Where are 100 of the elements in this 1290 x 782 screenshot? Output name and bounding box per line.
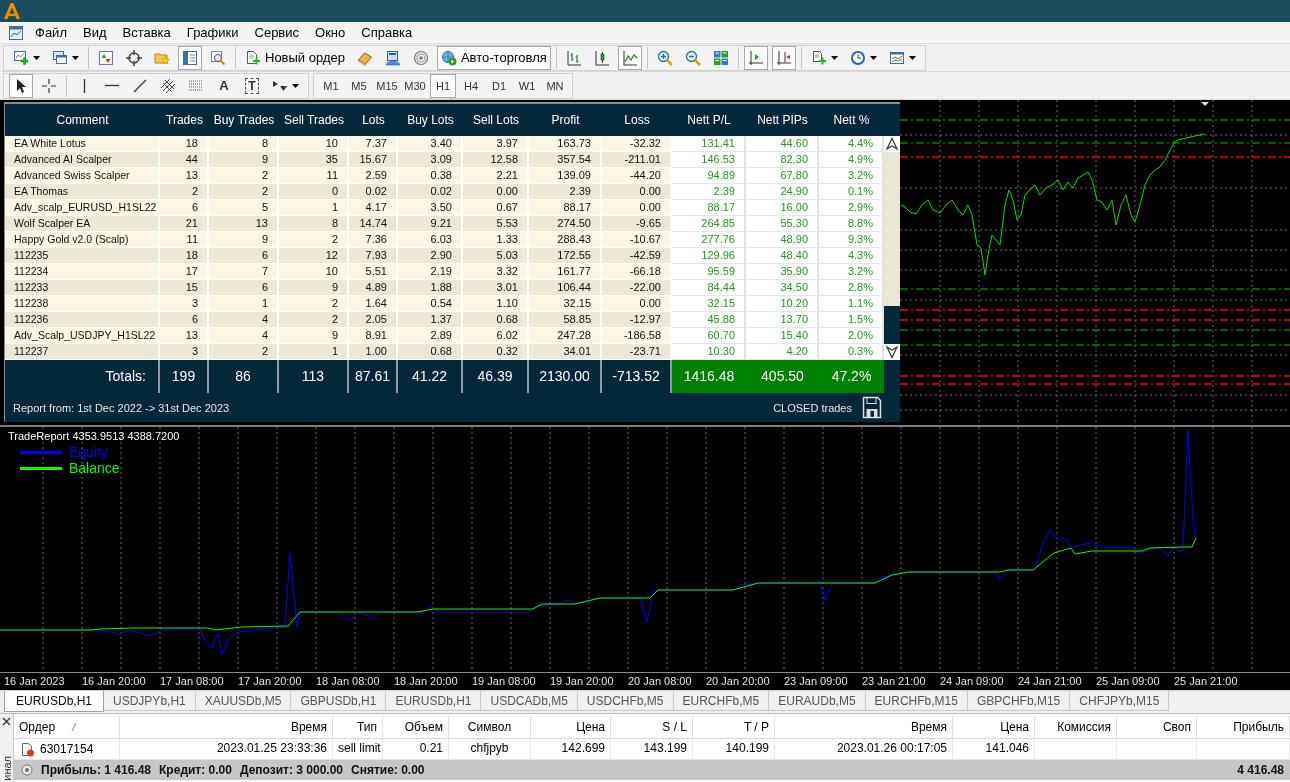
- caret-icon: [869, 55, 877, 60]
- chart-tab[interactable]: USDCHFb,M5: [577, 691, 674, 711]
- target-icon: [126, 49, 142, 66]
- chart-tab[interactable]: CHFJPYb,M15: [1070, 691, 1170, 711]
- menu-item[interactable]: Сервис: [246, 22, 308, 43]
- table-cell: Advanced AI Scalper: [5, 152, 160, 168]
- candlestick-icon: [593, 49, 610, 66]
- total-cell: 86: [209, 360, 279, 393]
- table-cell: 32.15: [672, 296, 746, 312]
- caret-icon: [33, 55, 40, 60]
- table-cell: 357.54: [529, 152, 602, 168]
- menu-item[interactable]: Вид: [74, 22, 115, 43]
- table-cell: 1.1%: [819, 296, 884, 312]
- table-cell: 88.17: [529, 200, 602, 216]
- book-icon: [356, 49, 373, 66]
- arrow-down-icon[interactable]: [884, 344, 900, 360]
- table-cell: 5.53: [463, 216, 529, 232]
- table-cell: 9: [279, 280, 349, 296]
- timeframe-button[interactable]: M30: [402, 73, 428, 98]
- arrow-up-icon[interactable]: [884, 136, 900, 152]
- save-icon[interactable]: [862, 396, 882, 419]
- chart-tab[interactable]: GBPUSDb,H1: [291, 691, 387, 711]
- table-cell-text: 63017154: [40, 740, 94, 758]
- chart-tab[interactable]: EURAUDb,M5: [769, 691, 866, 711]
- scrollbar[interactable]: [884, 136, 900, 360]
- table-cell: 84.44: [672, 280, 746, 296]
- table-cell: 2: [279, 296, 349, 312]
- hatched-lines-icon: [160, 77, 176, 94]
- table-cell: 142.699: [531, 739, 611, 759]
- chart-tab[interactable]: USDCADb,M5: [481, 691, 578, 711]
- document-plus-icon: [245, 49, 261, 66]
- column-header: Nett PIPs: [756, 112, 809, 129]
- timeframe-button[interactable]: H4: [458, 73, 484, 98]
- timeframe-button[interactable]: W1: [514, 73, 540, 98]
- chart-tab[interactable]: EURCHFb,M5: [673, 691, 770, 711]
- table-cell: 88.17: [672, 200, 746, 216]
- table-cell: 15.40: [746, 328, 819, 344]
- axis-label: 18 Jan 08:00: [316, 674, 381, 689]
- column-header: Buy Lots: [406, 112, 455, 129]
- toolbar-button[interactable]: Авто-торговля: [436, 45, 551, 70]
- table-cell: -9.65: [602, 216, 672, 232]
- table-cell: 3.40: [398, 136, 463, 152]
- chart-tab[interactable]: USDJPYb,H1: [104, 691, 196, 711]
- table-cell: 274.50: [529, 216, 602, 232]
- caret-icon: [908, 55, 916, 60]
- summary-text: Депозит: 3 000.00: [239, 763, 343, 777]
- table-cell: 0.02: [398, 184, 463, 200]
- timeframe-button[interactable]: M1: [318, 73, 344, 98]
- chart-tab[interactable]: EURCHFb,M15: [865, 691, 968, 711]
- totals-label: Totals:: [5, 360, 160, 393]
- table-cell: EA Thomas: [5, 184, 160, 200]
- menu-item[interactable]: Справка: [353, 22, 421, 43]
- table-cell: 0.1%: [819, 184, 884, 200]
- window-chart-icon[interactable]: [8, 24, 24, 41]
- chart-tab[interactable]: EURUSDb,H1: [4, 691, 105, 712]
- window-arrows-icon: [98, 49, 114, 66]
- scrollbar-thumb[interactable]: [884, 152, 900, 306]
- table-cell: 146.53: [672, 152, 746, 168]
- chart-tab[interactable]: GBPCHFb,M15: [967, 691, 1071, 711]
- toolbar-button[interactable]: Новый ордер: [241, 45, 349, 70]
- axis-label: 25 Jan 09:00: [1096, 674, 1161, 689]
- axis-label: 23 Jan 09:00: [784, 674, 849, 689]
- timeframe-button[interactable]: H1: [430, 73, 456, 98]
- tool-button[interactable]: T: [240, 73, 264, 98]
- table-cell: 6: [160, 312, 209, 328]
- table-cell: 35.90: [746, 264, 819, 280]
- timeframe-button[interactable]: D1: [486, 73, 512, 98]
- table-cell: 58.85: [529, 312, 602, 328]
- chart-window-icon: [888, 49, 905, 66]
- table-cell: -32.32: [602, 136, 672, 152]
- close-icon[interactable]: [2, 717, 11, 726]
- table-cell: 277.76: [672, 232, 746, 248]
- tool-button[interactable]: [9, 73, 33, 98]
- menu-item[interactable]: Окно: [307, 22, 354, 43]
- toolbar-button[interactable]: [617, 45, 642, 70]
- axis-label: 16 Jan 2023: [4, 674, 66, 689]
- timeframe-button[interactable]: MN: [542, 73, 568, 98]
- table-cell: 0.00: [602, 296, 672, 312]
- table-cell: 0.38: [398, 168, 463, 184]
- table-cell: 4.89: [349, 280, 398, 296]
- column-header: Sell Trades: [283, 112, 345, 129]
- menu-item[interactable]: Графики: [178, 22, 247, 43]
- table-cell: 5.51: [349, 264, 398, 280]
- table-cell: chfjpyb: [449, 739, 531, 759]
- timeframe-button[interactable]: M15: [374, 73, 400, 98]
- windows-icon: [52, 49, 68, 66]
- table-cell: 15.67: [349, 152, 398, 168]
- toolbar-button[interactable]: [178, 45, 202, 70]
- chart-tab[interactable]: XAUUSDb,M5: [195, 691, 292, 711]
- table-cell: 1.37: [398, 312, 463, 328]
- table-cell: 9.21: [398, 216, 463, 232]
- panel-title: инал: [0, 756, 13, 781]
- chart-tab[interactable]: EURUSDb,H1: [386, 691, 482, 711]
- table-cell: 10.20: [746, 296, 819, 312]
- dotted-lines-icon: [188, 77, 204, 94]
- menu-item[interactable]: Вставка: [114, 22, 179, 43]
- menu-item[interactable]: Файл: [27, 22, 75, 43]
- timeframe-button[interactable]: M5: [346, 73, 372, 98]
- tool-button[interactable]: A: [212, 73, 236, 98]
- table-cell: 112234: [5, 264, 160, 280]
